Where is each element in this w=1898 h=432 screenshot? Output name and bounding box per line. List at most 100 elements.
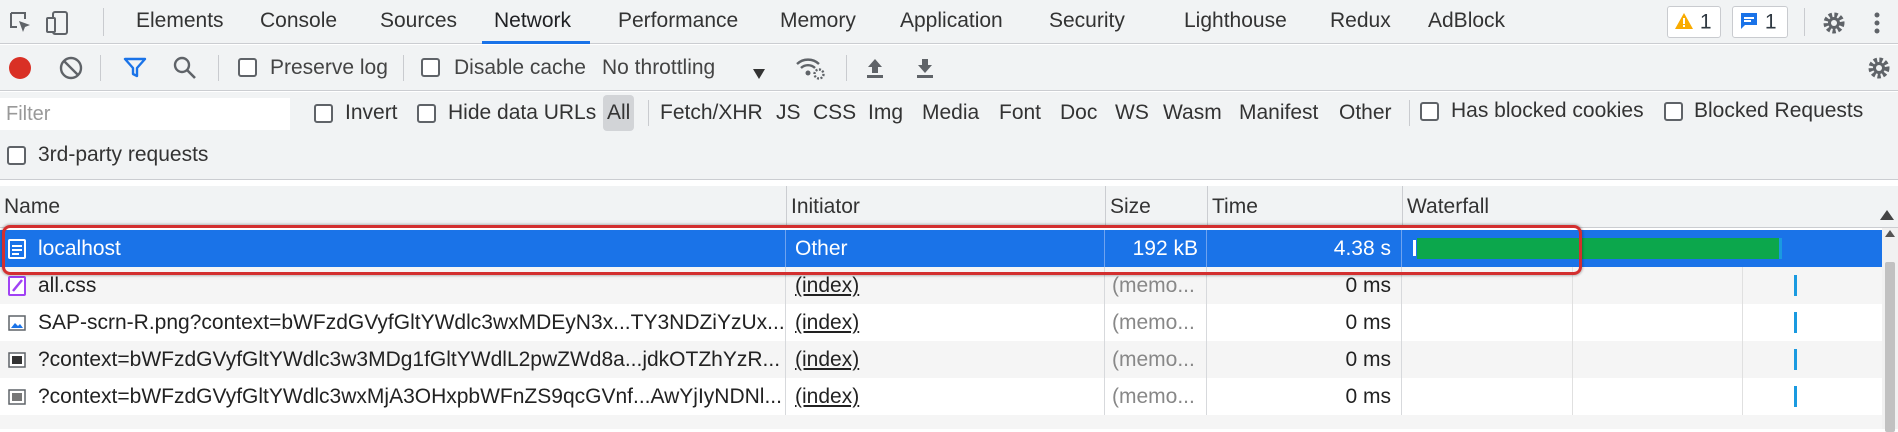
request-size: (memo... [1106,341,1207,378]
filter-type-ws[interactable]: WS [1115,95,1149,131]
table-row[interactable]: ?context=bWFzdGVyfGltYWdlc3wxMjA3OHxpbWF… [0,378,1882,415]
filter-type-doc[interactable]: Doc [1060,95,1097,131]
device-toolbar-icon[interactable] [44,10,70,36]
request-initiator-link[interactable]: (index) [787,267,1105,304]
has-blocked-cookies-label: Has blocked cookies [1451,99,1644,122]
sort-ascending-icon[interactable] [1880,203,1894,226]
clear-icon[interactable] [58,55,84,81]
table-row[interactable]: SAP-scrn-R.png?context=bWFzdGVyfGltYWdlc… [0,304,1882,341]
filter-icon[interactable] [122,55,148,81]
table-row[interactable]: localhost Other 192 kB 4.38 s [0,230,1882,267]
filter-type-all[interactable]: All [603,95,635,131]
network-settings-icon[interactable] [1866,55,1892,81]
hide-data-urls-checkbox[interactable] [417,104,436,123]
waterfall-cell [1403,341,1882,378]
filter-type-media[interactable]: Media [922,95,979,131]
network-toolbar: Preserve log Disable cache No throttling [0,45,1898,91]
filter-input[interactable]: Filter [0,98,290,130]
waterfall-marker [1794,275,1797,296]
waterfall-cell [1403,378,1882,415]
scroll-up-arrow-icon[interactable] [1885,230,1895,237]
waterfall-cell [1403,267,1882,304]
request-time: 4.38 s [1208,230,1402,267]
filter-bar: Filter Invert Hide data URLs All Fetch/X… [0,92,1898,180]
waterfall-load-marker [1779,238,1782,259]
waterfall-cell [1403,230,1882,267]
request-size: 192 kB [1106,230,1207,267]
table-row[interactable] [0,415,1882,429]
warning-icon [1674,10,1694,33]
blocked-requests-checkbox[interactable] [1664,102,1683,121]
tab-network[interactable]: Network [482,0,590,44]
filter-type-wasm[interactable]: Wasm [1163,95,1222,131]
disable-cache-checkbox[interactable] [421,58,440,77]
request-initiator-link[interactable]: (index) [787,304,1105,341]
request-initiator-link[interactable]: (index) [787,341,1105,378]
tab-lighthouse[interactable]: Lighthouse [1184,0,1287,44]
request-initiator: Other [787,230,1105,267]
table-row[interactable]: all.css (index) (memo... 0 ms [0,267,1882,304]
request-time: 0 ms [1208,267,1402,304]
column-header-time[interactable]: Time [1208,186,1403,228]
export-har-icon[interactable] [912,55,938,81]
import-har-icon[interactable] [862,55,888,81]
request-name: ?context=bWFzdGVyfGltYWdlc3wxMjA3OHxpbWF… [0,378,786,415]
more-options-icon[interactable] [1864,10,1890,36]
table-scrollbar[interactable] [1882,228,1898,432]
throttling-select[interactable]: No throttling [602,45,715,91]
request-name: ?context=bWFzdGVyfGltYWdlc3w3MDg1fGltYWd… [0,341,786,378]
column-header-waterfall[interactable]: Waterfall [1403,186,1898,228]
waterfall-cell [1403,304,1882,341]
tab-adblock[interactable]: AdBlock [1428,0,1505,44]
tab-sources[interactable]: Sources [380,0,457,44]
filter-type-fetch-xhr[interactable]: Fetch/XHR [660,95,763,131]
tab-memory[interactable]: Memory [780,0,856,44]
tab-redux[interactable]: Redux [1330,0,1391,44]
request-time: 0 ms [1208,341,1402,378]
preserve-log-checkbox[interactable] [238,58,257,77]
third-party-checkbox[interactable] [7,146,26,165]
request-initiator-link[interactable]: (index) [787,378,1105,415]
table-row[interactable]: ?context=bWFzdGVyfGltYWdlc3w3MDg1fGltYWd… [0,341,1882,378]
column-header-initiator[interactable]: Initiator [787,186,1106,228]
waterfall-marker [1794,312,1797,333]
tab-application[interactable]: Application [900,0,1003,44]
column-header-size[interactable]: Size [1106,186,1208,228]
request-name: localhost [0,230,786,267]
hide-data-urls-label: Hide data URLs [448,101,597,124]
request-name: SAP-scrn-R.png?context=bWFzdGVyfGltYWdlc… [0,304,786,341]
inspect-element-icon[interactable] [8,10,34,36]
tab-elements[interactable]: Elements [136,0,224,44]
network-conditions-icon[interactable] [795,55,825,81]
request-time: 0 ms [1208,378,1402,415]
filter-type-js[interactable]: JS [776,95,801,131]
blocked-requests-label: Blocked Requests [1694,99,1864,122]
filter-type-other[interactable]: Other [1339,95,1392,131]
message-icon [1739,10,1759,33]
request-table-header: Name Initiator Size Time Waterfall [0,186,1898,228]
devtools-tab-bar: Elements Console Sources Network Perform… [0,0,1898,44]
has-blocked-cookies-checkbox[interactable] [1420,102,1439,121]
waterfall-bar [1417,238,1781,259]
filter-type-manifest[interactable]: Manifest [1239,95,1318,131]
disable-cache-label: Disable cache [454,56,586,79]
filter-type-font[interactable]: Font [999,95,1041,131]
tab-security[interactable]: Security [1049,0,1125,44]
tab-performance[interactable]: Performance [618,0,738,44]
column-header-name[interactable]: Name [0,186,787,228]
warnings-count: 1 [1699,10,1712,34]
waterfall-marker [1794,349,1797,370]
filter-type-img[interactable]: Img [868,95,903,131]
tab-console[interactable]: Console [260,0,337,44]
invert-checkbox[interactable] [314,104,333,123]
scrollbar-thumb[interactable] [1885,262,1895,432]
warnings-badge[interactable]: 1 [1667,6,1721,38]
dropdown-arrow-icon[interactable] [752,63,766,79]
messages-badge[interactable]: 1 [1732,6,1788,38]
record-icon[interactable] [7,55,33,81]
filter-type-css[interactable]: CSS [813,95,856,131]
request-size: (memo... [1106,267,1207,304]
settings-gear-icon[interactable] [1821,10,1847,36]
search-icon[interactable] [172,55,198,81]
preserve-log-label: Preserve log [270,56,388,79]
